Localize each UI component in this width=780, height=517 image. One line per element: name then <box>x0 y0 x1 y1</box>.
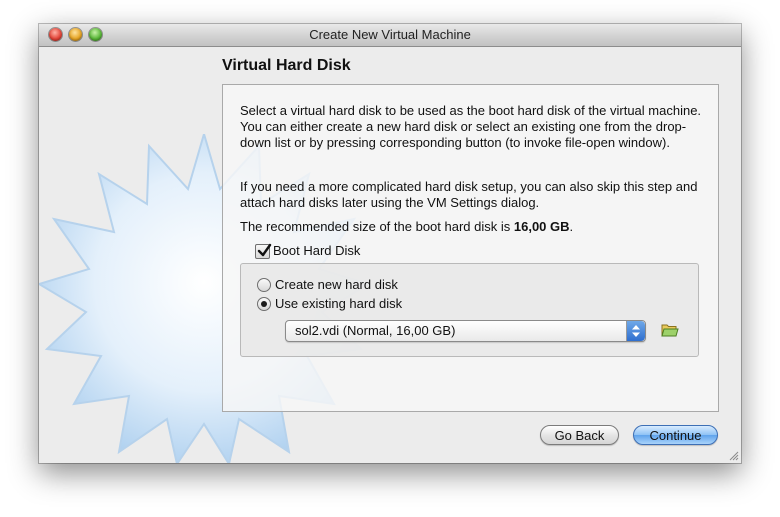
window-title: Create New Virtual Machine <box>309 27 471 42</box>
title-bar[interactable]: Create New Virtual Machine <box>39 24 741 47</box>
content-panel: Select a virtual hard disk to be used as… <box>222 84 719 412</box>
resize-grip-icon[interactable] <box>727 449 739 461</box>
recommended-size-text: The recommended size of the boot hard di… <box>240 219 573 234</box>
go-back-button[interactable]: Go Back <box>540 425 619 445</box>
create-new-disk-label: Create new hard disk <box>275 277 398 292</box>
page-title: Virtual Hard Disk <box>222 57 351 74</box>
recommended-size-value: 16,00 GB <box>513 219 570 234</box>
description-text: Select a virtual hard disk to be used as… <box>240 103 702 150</box>
setup-hint-text: If you need a more complicated hard disk… <box>240 179 698 210</box>
checkmark-icon <box>257 243 272 257</box>
select-arrows-icon[interactable] <box>626 321 645 341</box>
create-vm-window: Create New Virtual Machine Virtual Hard … <box>39 24 741 463</box>
disk-options-group: Create new hard disk Use existing hard d… <box>240 263 699 357</box>
continue-button[interactable]: Continue <box>633 425 718 445</box>
radio-use-existing[interactable] <box>257 297 271 311</box>
recommended-prefix: The recommended size of the boot hard di… <box>240 219 514 234</box>
hard-disk-select[interactable]: sol2.vdi (Normal, 16,00 GB) <box>285 320 646 342</box>
radio-create-new[interactable] <box>257 278 271 292</box>
hard-disk-select-value: sol2.vdi (Normal, 16,00 GB) <box>295 323 456 338</box>
boot-hard-disk-label: Boot Hard Disk <box>273 243 361 258</box>
folder-open-icon[interactable] <box>661 321 679 339</box>
recommended-suffix: . <box>569 219 574 234</box>
use-existing-disk-label: Use existing hard disk <box>275 296 403 311</box>
checkbox-box[interactable] <box>255 243 272 259</box>
